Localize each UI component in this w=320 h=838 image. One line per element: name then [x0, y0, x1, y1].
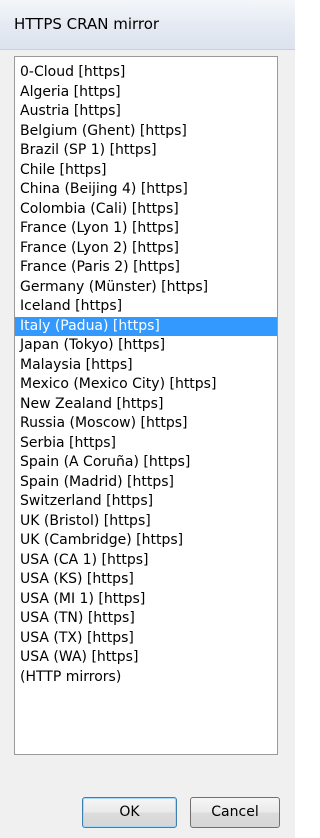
list-item[interactable]: Spain (Madrid) [https]: [15, 473, 277, 493]
list-item[interactable]: USA (TX) [https]: [15, 629, 277, 649]
list-item[interactable]: Algeria [https]: [15, 83, 277, 103]
list-item[interactable]: Switzerland [https]: [15, 492, 277, 512]
list-item[interactable]: Germany (Münster) [https]: [15, 278, 277, 298]
list-item[interactable]: France (Lyon 2) [https]: [15, 239, 277, 259]
list-item[interactable]: USA (MI 1) [https]: [15, 590, 277, 610]
title-bar[interactable]: HTTPS CRAN mirror: [0, 0, 295, 50]
list-item[interactable]: Austria [https]: [15, 102, 277, 122]
list-item[interactable]: USA (CA 1) [https]: [15, 551, 277, 571]
dialog-window: HTTPS CRAN mirror 0-Cloud [https] Algeria…: [0, 0, 295, 838]
list-item[interactable]: UK (Cambridge) [https]: [15, 531, 277, 551]
list-item[interactable]: Belgium (Ghent) [https]: [15, 122, 277, 142]
list-item[interactable]: Russia (Moscow) [https]: [15, 414, 277, 434]
list-item[interactable]: New Zealand [https]: [15, 395, 277, 415]
list-item[interactable]: Mexico (Mexico City) [https]: [15, 375, 277, 395]
list-item[interactable]: Colombia (Cali) [https]: [15, 200, 277, 220]
list-item[interactable]: 0-Cloud [https]: [15, 63, 277, 83]
list-item[interactable]: Japan (Tokyo) [https]: [15, 336, 277, 356]
list-item[interactable]: USA (TN) [https]: [15, 609, 277, 629]
list-item[interactable]: USA (KS) [https]: [15, 570, 277, 590]
list-item[interactable]: Iceland [https]: [15, 297, 277, 317]
list-item[interactable]: China (Beijing 4) [https]: [15, 180, 277, 200]
ok-button[interactable]: OK: [82, 797, 177, 828]
list-item[interactable]: France (Paris 2) [https]: [15, 258, 277, 278]
mirror-list: 0-Cloud [https] Algeria [https] Austria [h…: [15, 63, 277, 687]
list-item[interactable]: France (Lyon 1) [https]: [15, 219, 277, 239]
list-item[interactable]: Malaysia [https]: [15, 356, 277, 376]
list-item[interactable]: UK (Bristol) [https]: [15, 512, 277, 532]
list-item[interactable]: Chile [https]: [15, 161, 277, 181]
list-item[interactable]: Serbia [https]: [15, 434, 277, 454]
list-item[interactable]: Spain (A Coruña) [https]: [15, 453, 277, 473]
list-item[interactable]: Brazil (SP 1) [https]: [15, 141, 277, 161]
cancel-button[interactable]: Cancel: [190, 797, 280, 828]
mirror-listbox[interactable]: 0-Cloud [https] Algeria [https] Austria [h…: [14, 56, 278, 755]
list-item-selected[interactable]: Italy (Padua) [https]: [15, 316, 277, 336]
list-item[interactable]: (HTTP mirrors): [15, 668, 277, 688]
window-title: HTTPS CRAN mirror: [14, 15, 160, 33]
list-item[interactable]: USA (WA) [https]: [15, 648, 277, 668]
